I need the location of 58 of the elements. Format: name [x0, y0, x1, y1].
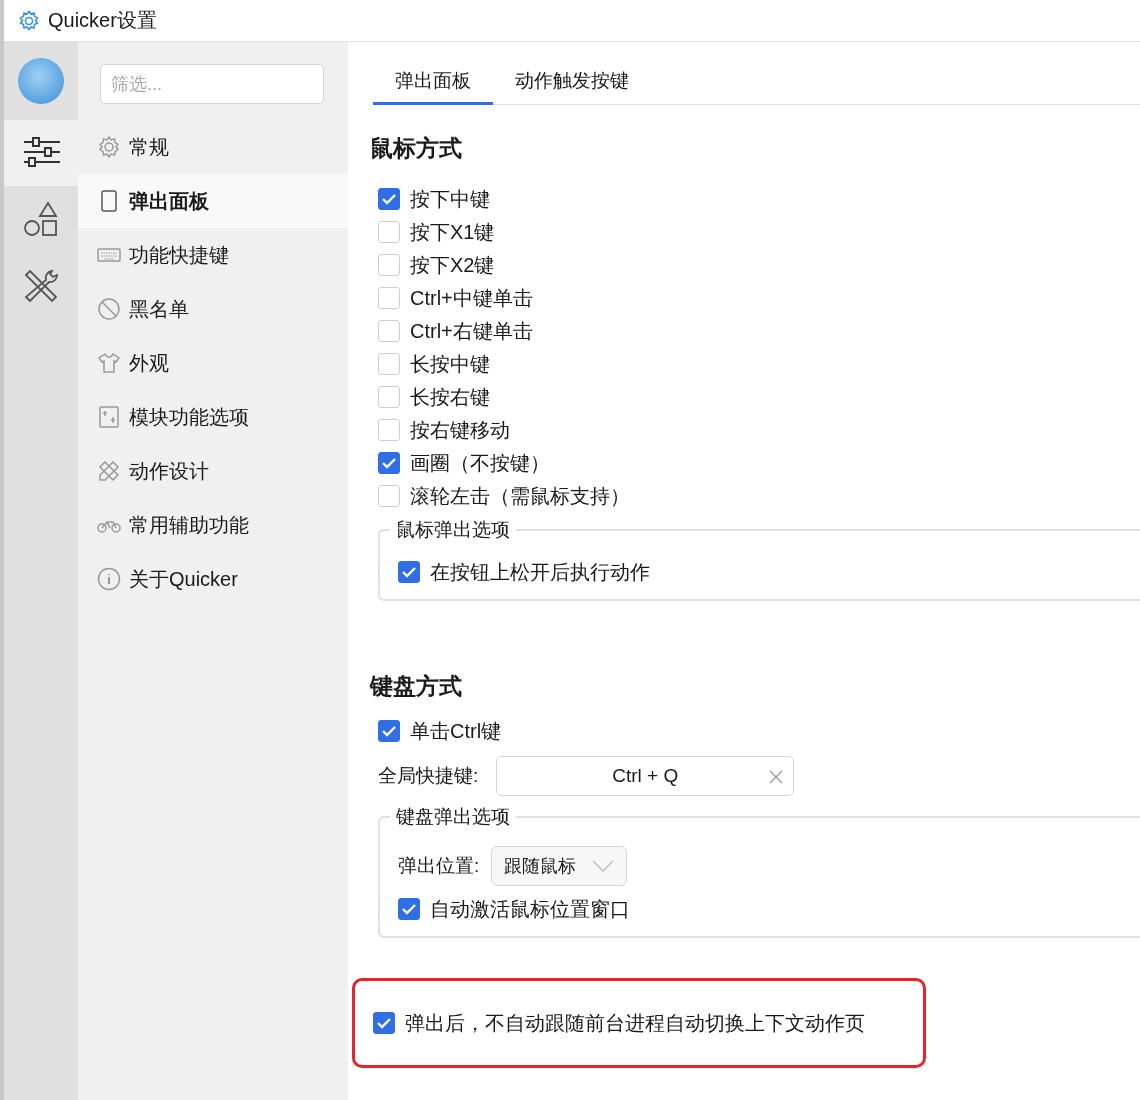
info-icon: [97, 567, 121, 591]
section-heading: 鼠标方式: [370, 134, 463, 163]
filter-field[interactable]: 筛选...: [100, 64, 324, 104]
nav-item[interactable]: 外观: [78, 336, 348, 390]
checkbox[interactable]: [398, 898, 420, 920]
field-label: 弹出位置:: [398, 854, 480, 878]
checkbox[interactable]: [378, 720, 400, 742]
module-icon: [97, 405, 121, 429]
window-title: Quicker设置: [48, 8, 157, 33]
checkbox-label[interactable]: 按右键移动: [410, 416, 510, 444]
nav-item[interactable]: 弹出面板: [78, 174, 348, 228]
nav-item[interactable]: 动作设计: [78, 444, 348, 498]
nav-item[interactable]: 常规: [78, 120, 348, 174]
checkbox-label[interactable]: 按下中键: [410, 185, 490, 213]
checkbox-label[interactable]: 滚轮左击（需鼠标支持）: [410, 482, 630, 510]
checkbox-label[interactable]: 弹出后，不自动跟随前台进程自动切换上下文动作页: [405, 1009, 865, 1037]
checkbox-label[interactable]: 按下X1键: [410, 218, 495, 246]
checkbox[interactable]: [398, 561, 420, 583]
checkbox-label[interactable]: 按下X2键: [410, 251, 495, 279]
shirt-icon: [97, 351, 121, 375]
checkbox-label[interactable]: 画圈（不按键）: [410, 449, 550, 477]
nav-item[interactable]: 模块功能选项: [78, 390, 348, 444]
nav-item[interactable]: 功能快捷键: [78, 228, 348, 282]
gear-icon: [97, 135, 121, 159]
checkmark-icon: [401, 564, 417, 580]
checkbox-label[interactable]: 长按中键: [410, 350, 490, 378]
field-label: 全局快捷键:: [378, 764, 479, 788]
block-icon: [97, 297, 121, 321]
section-heading: 键盘方式: [370, 672, 463, 701]
nav-item[interactable]: 黑名单: [78, 282, 348, 336]
chevron-down-icon: [592, 860, 615, 872]
position-dropdown[interactable]: 跟随鼠标: [491, 846, 628, 886]
checkmark-icon: [381, 191, 397, 207]
nav-item[interactable]: 关于Quicker: [78, 552, 348, 606]
checkbox-label[interactable]: 在按钮上松开后执行动作: [430, 558, 650, 586]
tab[interactable]: 弹出面板: [373, 60, 493, 105]
nav-item[interactable]: 常用辅助功能: [78, 498, 348, 552]
checkmark-icon: [376, 1015, 392, 1031]
hotkey-field[interactable]: Ctrl + Q: [496, 756, 795, 796]
ruler-pencil-icon: [97, 459, 121, 483]
checkmark-icon: [381, 455, 397, 471]
checkbox-label[interactable]: Ctrl+中键单击: [410, 284, 533, 312]
tools-icon: [22, 267, 60, 303]
avatar[interactable]: [18, 58, 64, 104]
clear-icon[interactable]: [769, 770, 784, 784]
checkbox[interactable]: [378, 452, 400, 474]
checkbox-label[interactable]: 自动激活鼠标位置窗口: [430, 895, 630, 923]
checkmark-icon: [381, 723, 397, 739]
checkbox[interactable]: [373, 1012, 395, 1034]
checkbox-label[interactable]: 长按右键: [410, 383, 490, 411]
gear-icon: [18, 9, 40, 32]
checkbox-label[interactable]: 单击Ctrl键: [410, 717, 502, 745]
checkbox[interactable]: [378, 188, 400, 210]
checkmark-icon: [401, 901, 417, 917]
tab[interactable]: 动作触发按键: [493, 60, 651, 105]
checkbox-label[interactable]: Ctrl+右键单击: [410, 317, 533, 345]
rail-tab[interactable]: [4, 120, 78, 186]
shapes-icon: [22, 201, 60, 237]
